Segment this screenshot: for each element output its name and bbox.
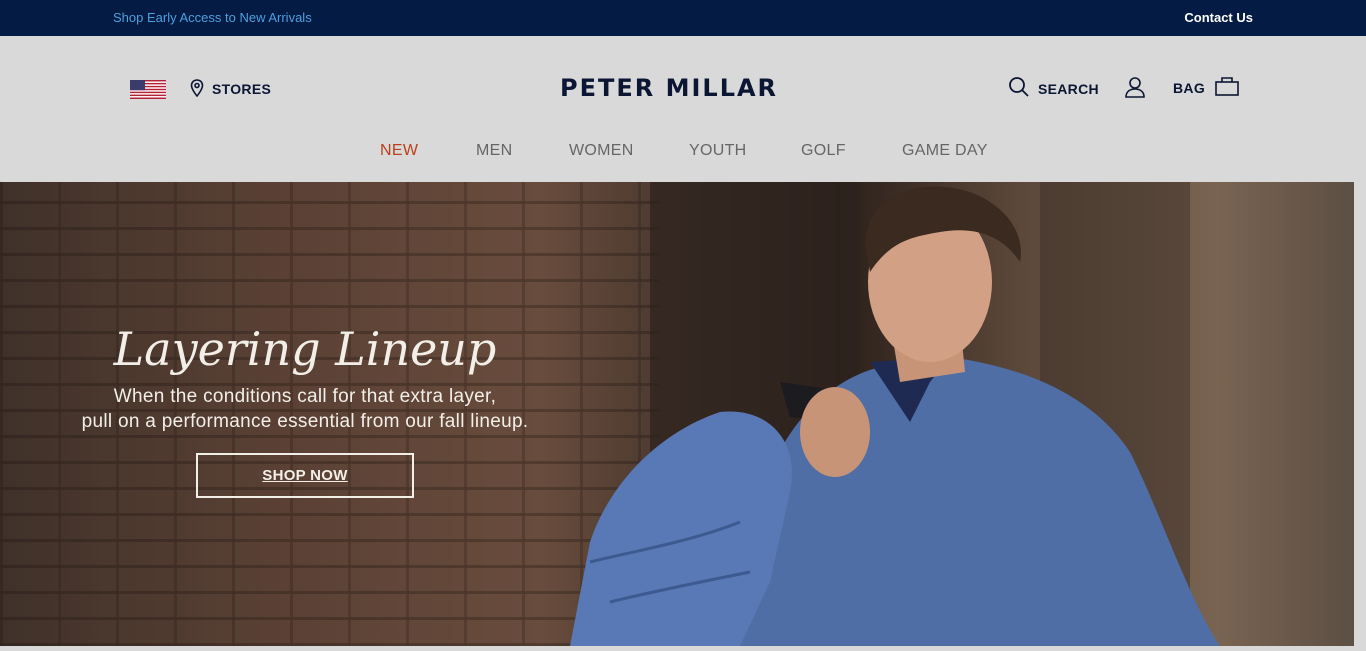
hero-subtitle: When the conditions call for that extra …	[40, 384, 570, 434]
bag-icon	[1215, 76, 1239, 99]
hero-model-image	[570, 182, 1220, 646]
top-bar: Shop Early Access to New Arrivals Contac…	[0, 0, 1366, 36]
bag-label: BAG	[1173, 79, 1206, 96]
stores-label: STORES	[212, 81, 272, 97]
nav-item-men[interactable]: MEN	[476, 142, 512, 160]
nav-item-new[interactable]: NEW	[380, 142, 418, 160]
search-button[interactable]: SEARCH	[1008, 76, 1099, 101]
search-label: SEARCH	[1038, 80, 1099, 97]
brand-logo[interactable]: PETER MILLAR	[560, 74, 810, 102]
stores-link[interactable]: STORES	[190, 78, 272, 100]
contact-us-link[interactable]: Contact Us	[1184, 10, 1253, 25]
us-flag-icon[interactable]	[130, 80, 166, 99]
hero-subtitle-line-2: pull on a performance essential from our…	[81, 411, 529, 432]
search-icon	[1008, 76, 1030, 101]
promo-link[interactable]: Shop Early Access to New Arrivals	[113, 10, 312, 25]
site-header: STORES PETER MILLAR SEARCH BAG NEW MEN W…	[0, 36, 1366, 182]
shop-now-button[interactable]: SHOP NOW	[196, 453, 414, 498]
nav-item-golf[interactable]: GOLF	[801, 142, 846, 160]
nav-item-game-day[interactable]: GAME DAY	[902, 142, 988, 160]
hero-subtitle-line-1: When the conditions call for that extra …	[113, 386, 497, 407]
account-icon[interactable]	[1124, 76, 1146, 98]
nav-item-women[interactable]: WOMEN	[569, 142, 634, 160]
hero-banner: Layering Lineup When the conditions call…	[0, 182, 1354, 646]
bag-button[interactable]: BAG	[1173, 76, 1239, 99]
hero-title: Layering Lineup	[113, 322, 497, 376]
location-pin-icon	[190, 78, 204, 100]
nav-item-youth[interactable]: YOUTH	[689, 142, 747, 160]
main-nav: NEW MEN WOMEN YOUTH GOLF GAME DAY	[0, 142, 1366, 162]
